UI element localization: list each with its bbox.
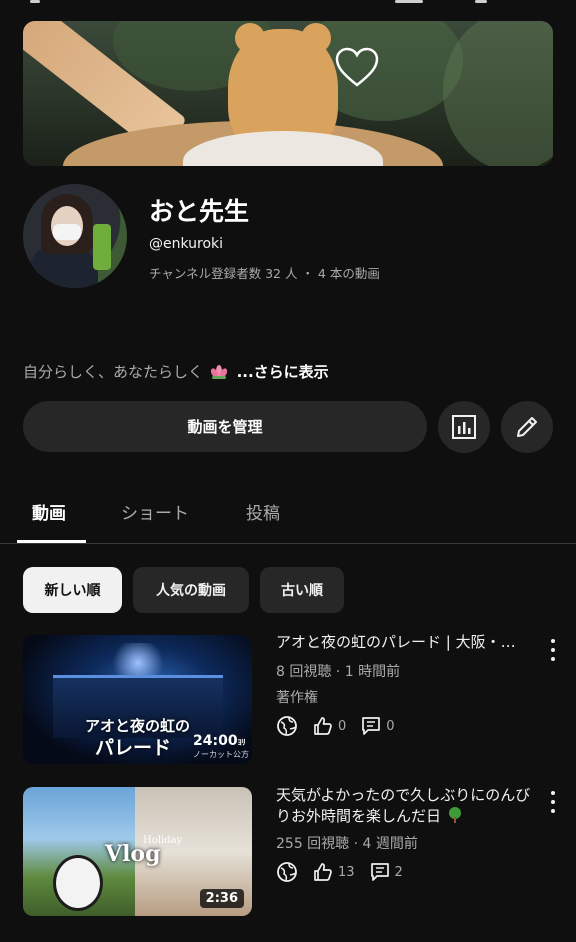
video-thumbnail[interactable]: アオと夜の虹の パレード 24:00ﾖﾘ ノーカット公方 <box>23 635 252 764</box>
tab-videos[interactable]: 動画 <box>32 499 66 524</box>
manage-videos-button[interactable]: 動画を管理 <box>23 401 427 452</box>
video-title[interactable]: アオと夜の虹のパレード | 大阪・… <box>276 632 538 653</box>
channel-name: おと先生 <box>149 197 250 226</box>
heart-icon <box>335 47 379 87</box>
thumbnail-time-text: 24:00ﾖﾘ <box>193 733 246 749</box>
tab-posts[interactable]: 投稿 <box>246 499 280 524</box>
thumbs-up-icon <box>314 717 332 735</box>
like-count: 13 <box>338 864 355 880</box>
thumbnail-vlog-text: Vlog <box>105 841 161 867</box>
like-count: 0 <box>338 718 347 734</box>
status-bar-remnant <box>0 0 576 10</box>
chip-oldest[interactable]: 古い順 <box>260 567 344 613</box>
video-meta: 8 回視聴 · 1 時間前 <box>276 664 401 680</box>
chip-popular[interactable]: 人気の動画 <box>133 567 249 613</box>
video-menu-button[interactable] <box>546 639 560 661</box>
video-meta: 255 回視聴 · 4 週間前 <box>276 836 418 852</box>
video-stats-row: 0 0 <box>276 714 409 738</box>
tab-shorts[interactable]: ショート <box>121 499 189 524</box>
tree-icon <box>448 807 461 823</box>
pencil-icon <box>517 417 537 437</box>
edit-channel-button[interactable] <box>501 401 553 453</box>
thumbnail-title-line2: パレード <box>95 737 172 759</box>
video-title[interactable]: 天気がよかったので久しぶりにのんびりお外時間を楽しんだ日 <box>276 785 538 827</box>
copyright-label: 著作権 <box>276 690 318 706</box>
chip-newest[interactable]: 新しい順 <box>23 567 122 613</box>
lotus-icon <box>210 365 227 379</box>
channel-handle: @enkuroki <box>149 236 224 252</box>
description-text: 自分らしく、あなたらしく <box>23 363 204 381</box>
comment-count: 2 <box>394 864 403 880</box>
video-thumbnail[interactable]: Holiday Vlog 2:36 <box>23 787 252 916</box>
channel-avatar[interactable] <box>23 184 127 288</box>
globe-icon <box>277 862 297 882</box>
globe-icon <box>277 716 297 736</box>
channel-tabs: 動画 ショート 投稿 <box>0 487 576 544</box>
channel-banner <box>23 21 553 166</box>
video-duration: 2:36 <box>199 889 244 908</box>
channel-stats: チャンネル登録者数 32 人 ・ 4 本の動画 <box>149 266 380 281</box>
show-more-link[interactable]: ...さらに表示 <box>237 363 329 381</box>
video-menu-button[interactable] <box>546 791 560 813</box>
thumbs-up-icon <box>314 863 332 881</box>
analytics-button[interactable] <box>438 401 490 453</box>
channel-description[interactable]: 自分らしく、あなたらしく ...さらに表示 <box>23 361 329 382</box>
comment-icon <box>370 863 389 881</box>
thumbnail-subtext: ノーカット公方 <box>193 750 249 759</box>
video-stats-row: 13 2 <box>276 860 417 884</box>
active-tab-indicator <box>17 540 86 543</box>
comment-icon <box>362 717 381 735</box>
comment-count: 0 <box>386 718 395 734</box>
analytics-icon <box>452 415 476 439</box>
panda-figure <box>53 855 103 911</box>
